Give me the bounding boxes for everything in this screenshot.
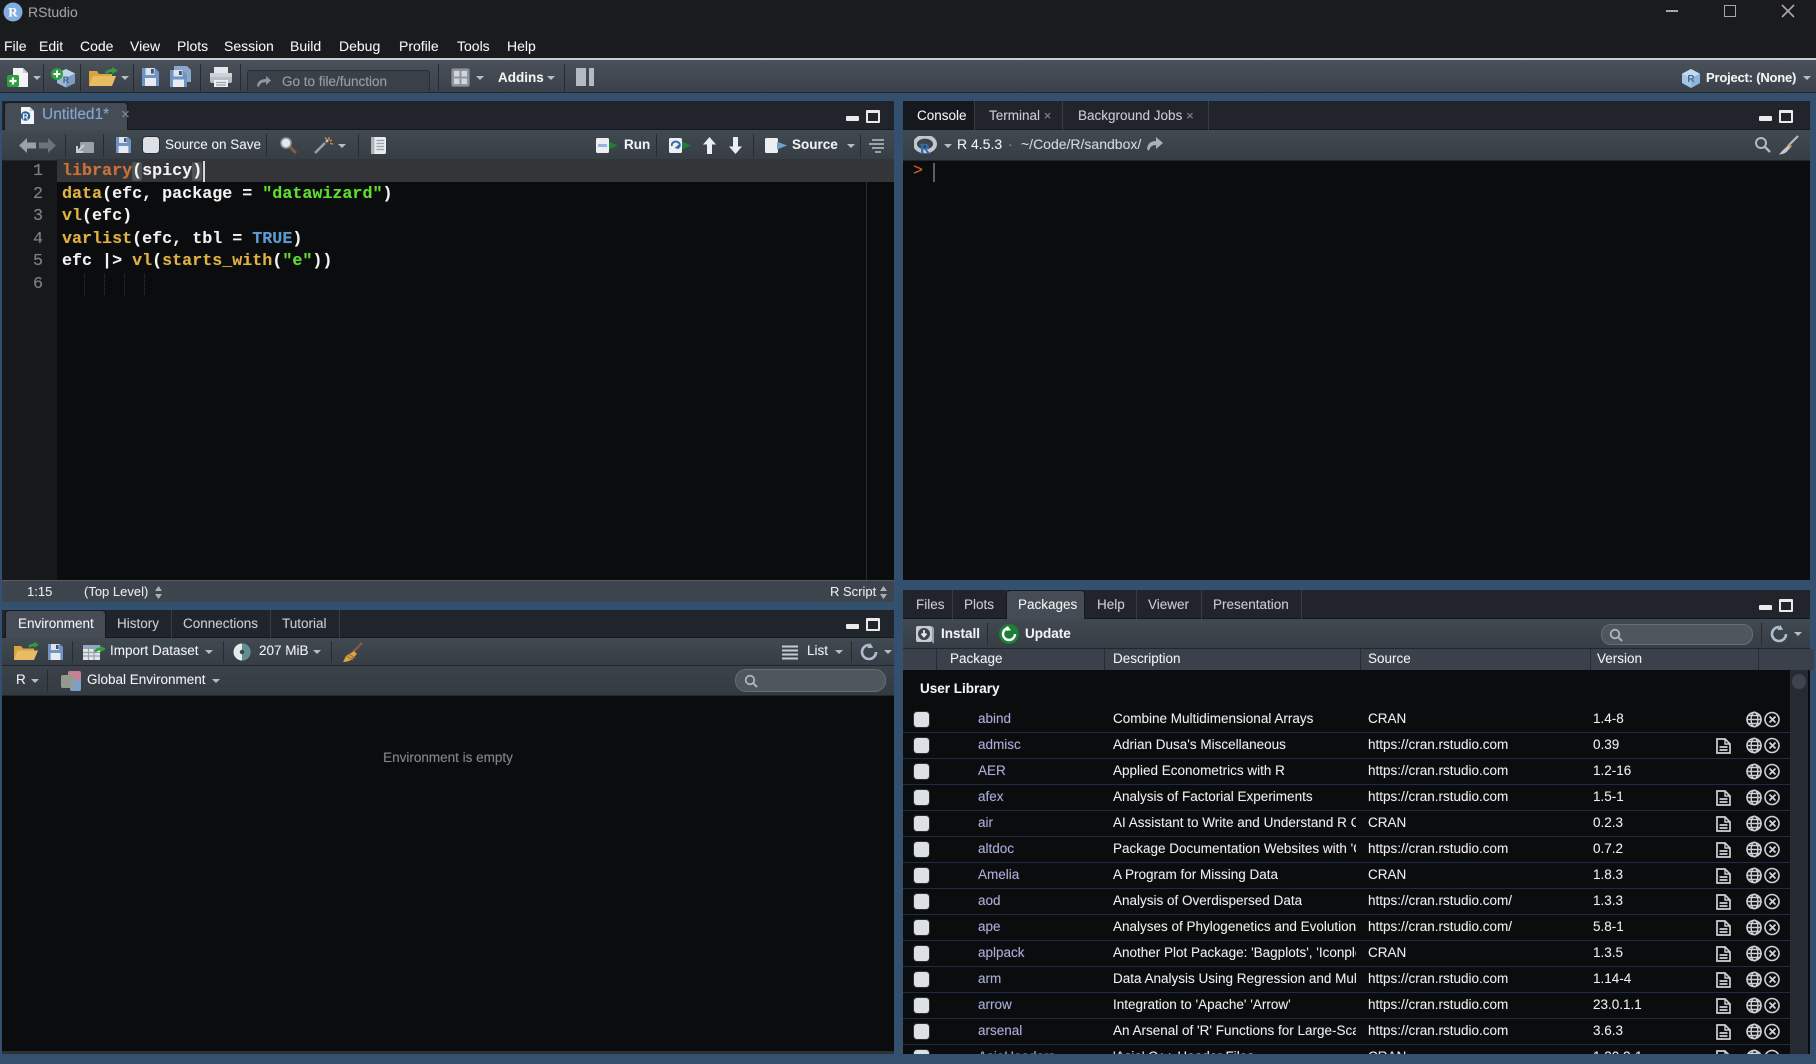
svg-text:R: R [8,5,18,20]
svg-text:R: R [920,142,931,157]
svg-text:R: R [1687,74,1695,85]
svg-text:R: R [22,111,28,121]
svg-text:R: R [63,75,70,85]
